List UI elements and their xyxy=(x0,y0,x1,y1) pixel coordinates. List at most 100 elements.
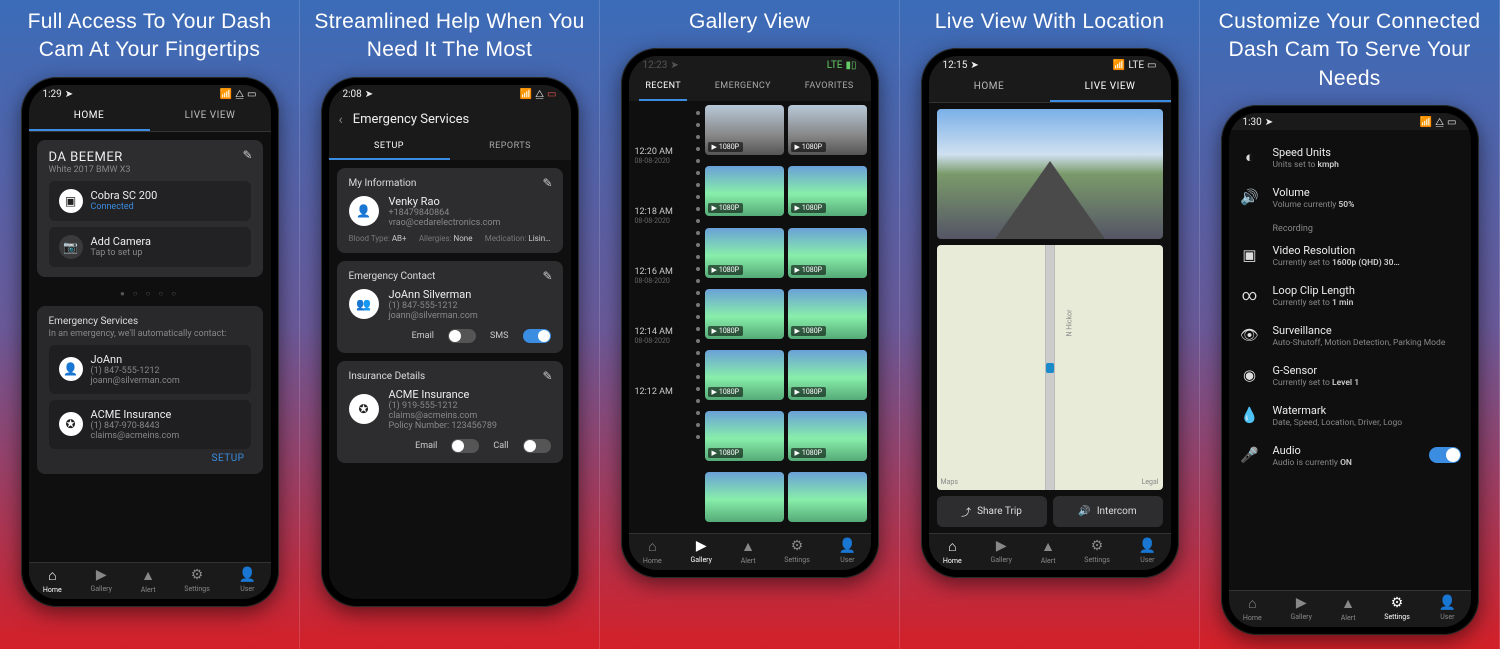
nav-home[interactable]: ⌂Home xyxy=(1243,595,1262,622)
camera-item[interactable]: ▣ Cobra SC 200Connected xyxy=(49,181,251,221)
nav-user[interactable]: 👤User xyxy=(839,538,856,565)
nav-settings[interactable]: ⚙Settings xyxy=(1084,538,1110,565)
play-icon: ▶ xyxy=(795,449,800,457)
video-thumb[interactable]: ▶1080P xyxy=(788,166,867,216)
nav-home[interactable]: ⌂Home xyxy=(943,538,962,565)
video-thumb[interactable]: ▶1080P xyxy=(705,166,784,216)
emerg-contact-2[interactable]: ✪ ACME Insurance(1) 847-970-8443claims@a… xyxy=(49,400,251,449)
share-icon: ⤴ xyxy=(961,504,971,519)
tab-home[interactable]: HOME xyxy=(929,73,1050,102)
gear-icon: ⚙ xyxy=(1091,538,1104,554)
signal-icon: 📶 xyxy=(520,89,532,100)
setting-audio[interactable]: 🎤AudioAudio is currently ON xyxy=(1239,436,1461,476)
video-thumb[interactable]: ▶1080P xyxy=(705,105,784,155)
insurance-details-card: ✎ Insurance Details ✪ ACME Insurance(1) … xyxy=(337,361,563,463)
add-camera-title: Add Camera xyxy=(91,235,151,248)
nav-user[interactable]: 👤User xyxy=(239,567,256,594)
gear-icon: ⚙ xyxy=(191,567,204,583)
setting-g-sensor[interactable]: ◉G-SensorCurrently set to Level 1 xyxy=(1239,356,1461,396)
email-toggle[interactable] xyxy=(451,439,479,453)
status-time: 1:29 xyxy=(43,89,62,100)
camera-name: Cobra SC 200 xyxy=(91,189,158,202)
battery-icon: ▭ xyxy=(247,89,256,100)
emerg-contact-1[interactable]: 👤 JoAnn(1) 847-555-1212joann@silverman.c… xyxy=(49,345,251,394)
page-dots[interactable]: ● ○ ○ ○ ○ xyxy=(37,285,263,306)
video-thumb[interactable]: ▶1080P xyxy=(788,411,867,461)
gear-icon: ⚙ xyxy=(791,538,804,554)
tab-emergency[interactable]: EMERGENCY xyxy=(709,73,777,101)
nav-gallery[interactable]: ▶Gallery xyxy=(990,538,1011,565)
sms-toggle[interactable] xyxy=(523,329,551,343)
nav-settings[interactable]: ⚙Settings xyxy=(184,567,210,594)
nav-home[interactable]: ⌂Home xyxy=(43,567,62,594)
tab-setup[interactable]: SETUP xyxy=(329,134,450,160)
edit-icon[interactable]: ✎ xyxy=(242,148,252,162)
intercom-button[interactable]: 🔊Intercom xyxy=(1053,496,1163,527)
audio-toggle[interactable] xyxy=(1429,447,1461,463)
nav-gallery[interactable]: ▶Gallery xyxy=(1290,595,1311,622)
play-icon: ▶ xyxy=(795,388,800,396)
nav-user[interactable]: 👤User xyxy=(1439,595,1456,622)
panel-3: Gallery View 12:23➤LTE▮▯ RECENT EMERGENC… xyxy=(600,0,900,649)
edit-icon[interactable]: ✎ xyxy=(542,176,552,190)
nav-alert[interactable]: ▲Alert xyxy=(141,567,156,594)
setting-volume[interactable]: 🔊VolumeVolume currently 50% xyxy=(1239,178,1461,218)
setting-loop-clip[interactable]: ∞Loop Clip LengthCurrently set to 1 min xyxy=(1239,276,1461,316)
nav-settings[interactable]: ⚙Settings xyxy=(784,538,810,565)
gallery-body[interactable]: 12:20 AM08-08-2020 12:18 AM08-08-2020 12… xyxy=(629,101,871,533)
video-thumb[interactable]: ▶1080P xyxy=(788,228,867,278)
vehicle-name: DA BEEMER xyxy=(49,150,251,165)
nav-alert[interactable]: ▲Alert xyxy=(741,538,756,565)
setting-video-resolution[interactable]: ▣Video ResolutionCurrently set to 1600p … xyxy=(1239,236,1461,276)
settings-list[interactable]: ◐Speed UnitsUnits set to kmph 🔊VolumeVol… xyxy=(1229,130,1471,590)
add-camera-item[interactable]: 📷 Add CameraTap to set up xyxy=(49,227,251,267)
setting-watermark[interactable]: 💧WatermarkDate, Speed, Location, Driver,… xyxy=(1239,396,1461,436)
tab-live-view[interactable]: LIVE VIEW xyxy=(1050,73,1171,102)
nav-gallery[interactable]: ▶Gallery xyxy=(90,567,111,594)
call-toggle[interactable] xyxy=(523,439,551,453)
live-feed[interactable] xyxy=(937,109,1163,239)
edit-icon[interactable]: ✎ xyxy=(542,269,552,283)
video-thumb[interactable]: ▶1080P xyxy=(788,289,867,339)
edit-icon[interactable]: ✎ xyxy=(542,369,552,383)
wifi-icon: ⧋ xyxy=(1435,117,1444,128)
back-icon[interactable]: ‹ xyxy=(339,112,343,128)
video-thumb[interactable]: ▶1080P xyxy=(788,105,867,155)
gallery-icon: ▶ xyxy=(696,538,707,554)
nav-alert[interactable]: ▲Alert xyxy=(1341,595,1356,622)
user-icon: 👤 xyxy=(839,538,856,554)
nav-user[interactable]: 👤User xyxy=(1139,538,1156,565)
setting-surveillance[interactable]: 👁SurveillanceAuto-Shutoff, Motion Detect… xyxy=(1239,316,1461,356)
camera-icon: 📷 xyxy=(59,235,83,259)
location-icon: ➤ xyxy=(1265,117,1273,128)
tab-favorites[interactable]: FAVORITES xyxy=(799,73,860,101)
my-information-card: ✎ My Information 👤 Venky Rao+18479840864… xyxy=(337,168,563,253)
video-thumb[interactable] xyxy=(788,472,867,522)
user-icon: 👤 xyxy=(1439,595,1456,611)
tab-live-view[interactable]: LIVE VIEW xyxy=(150,102,271,131)
nav-settings[interactable]: ⚙Settings xyxy=(1384,595,1410,622)
video-thumb[interactable]: ▶1080P xyxy=(788,350,867,400)
video-thumb[interactable]: ▶1080P xyxy=(705,350,784,400)
video-thumb[interactable] xyxy=(705,472,784,522)
legal-link[interactable]: Legal xyxy=(1142,478,1159,486)
panel-title: Full Access To Your Dash Cam At Your Fin… xyxy=(4,8,295,65)
nav-gallery[interactable]: ▶Gallery xyxy=(690,538,711,565)
tab-home[interactable]: HOME xyxy=(29,102,150,131)
video-thumb[interactable]: ▶1080P xyxy=(705,228,784,278)
email-toggle[interactable] xyxy=(448,329,476,343)
emergency-services-card: Emergency Services In an emergency, we'l… xyxy=(37,306,263,474)
map-view[interactable]: N Hickor Maps Legal xyxy=(937,245,1163,490)
nav-alert[interactable]: ▲Alert xyxy=(1041,538,1056,565)
signal-icon: 📶 xyxy=(220,89,232,100)
nav-home[interactable]: ⌂Home xyxy=(643,538,662,565)
video-thumb[interactable]: ▶1080P xyxy=(705,411,784,461)
video-thumb[interactable]: ▶1080P xyxy=(705,289,784,339)
share-trip-button[interactable]: ⤴Share Trip xyxy=(937,496,1047,527)
tab-reports[interactable]: REPORTS xyxy=(450,134,571,160)
setting-speed-units[interactable]: ◐Speed UnitsUnits set to kmph xyxy=(1239,138,1461,178)
phone-frame: 12:23➤LTE▮▯ RECENT EMERGENCY FAVORITES 1… xyxy=(621,48,879,578)
wifi-icon: ⧋ xyxy=(535,89,544,100)
tab-recent[interactable]: RECENT xyxy=(639,73,687,101)
setup-button[interactable]: SETUP xyxy=(49,449,251,464)
